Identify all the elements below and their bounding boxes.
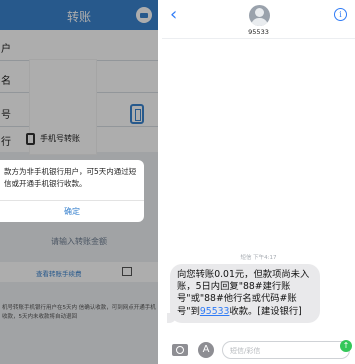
phone-transfer-toggle[interactable]: 手机号转账 bbox=[40, 133, 80, 144]
info-icon[interactable]: i bbox=[334, 8, 347, 21]
account-number-label: 号 bbox=[1, 110, 11, 121]
dialog-message: 款方为非手机银行用户，可5天内通过短信或开通手机银行收款。 bbox=[4, 167, 137, 188]
sender-name[interactable]: 95533 bbox=[162, 28, 355, 36]
bank-row: 行 手机号转账 bbox=[0, 128, 158, 150]
card-icon[interactable] bbox=[130, 104, 144, 124]
chevron-left-icon[interactable]: ‹ bbox=[170, 4, 177, 25]
phone-icon bbox=[26, 133, 35, 145]
camera-icon[interactable] bbox=[172, 344, 188, 356]
nav-bar: 转账 bbox=[0, 0, 158, 30]
payee-account-label: 户 bbox=[1, 44, 11, 55]
fee-icon[interactable] bbox=[122, 267, 132, 276]
sms-conversation-screen: ‹ 95533 i 短信 下午4:17 向您转账0.01元，但款项尚未入账，5日… bbox=[162, 0, 355, 364]
confirm-button[interactable]: 确定 bbox=[0, 206, 144, 217]
bank-transfer-screen: 转账 户 名 号 行 手机号转账 请输入转账金额 查看转账手续费 机号转账手机银… bbox=[0, 0, 158, 364]
amount-input[interactable]: 请输入转账金额 bbox=[0, 236, 158, 247]
divider bbox=[0, 200, 144, 201]
fee-link[interactable]: 查看转账手续费 bbox=[36, 268, 82, 278]
send-arrow-icon[interactable]: ↑ bbox=[340, 340, 352, 352]
message-composer: A 短信/彩信 ↑ bbox=[162, 338, 355, 364]
menu-icon[interactable] bbox=[136, 7, 152, 23]
message-bubble: 向您转账0.01元，但款项尚未入账，5日内回复"88#建行账号"或"88#他行名… bbox=[167, 264, 320, 323]
fee-row: 查看转账手续费 bbox=[0, 262, 158, 282]
contact-avatar-icon[interactable] bbox=[249, 5, 270, 26]
phone-number-link[interactable]: 95533 bbox=[200, 306, 230, 317]
app-store-icon[interactable]: A bbox=[198, 342, 214, 358]
message-input[interactable]: 短信/彩信 bbox=[222, 341, 350, 359]
message-timestamp: 短信 下午4:17 bbox=[240, 255, 277, 261]
payee-name-label: 名 bbox=[1, 76, 11, 87]
bank-label: 行 bbox=[1, 137, 11, 148]
transfer-notes: 机号转账手机银行用户在5天内 信确认收款，可到网点开通手机 收款，5天内未收款将… bbox=[2, 305, 156, 320]
divider bbox=[162, 38, 355, 39]
alert-dialog: 款方为非手机银行用户，可5天内通过短信或开通手机银行收款。 确定 bbox=[0, 160, 144, 222]
message-suffix: 收款。[建设银行] bbox=[229, 305, 302, 317]
page-title: 转账 bbox=[66, 10, 91, 24]
